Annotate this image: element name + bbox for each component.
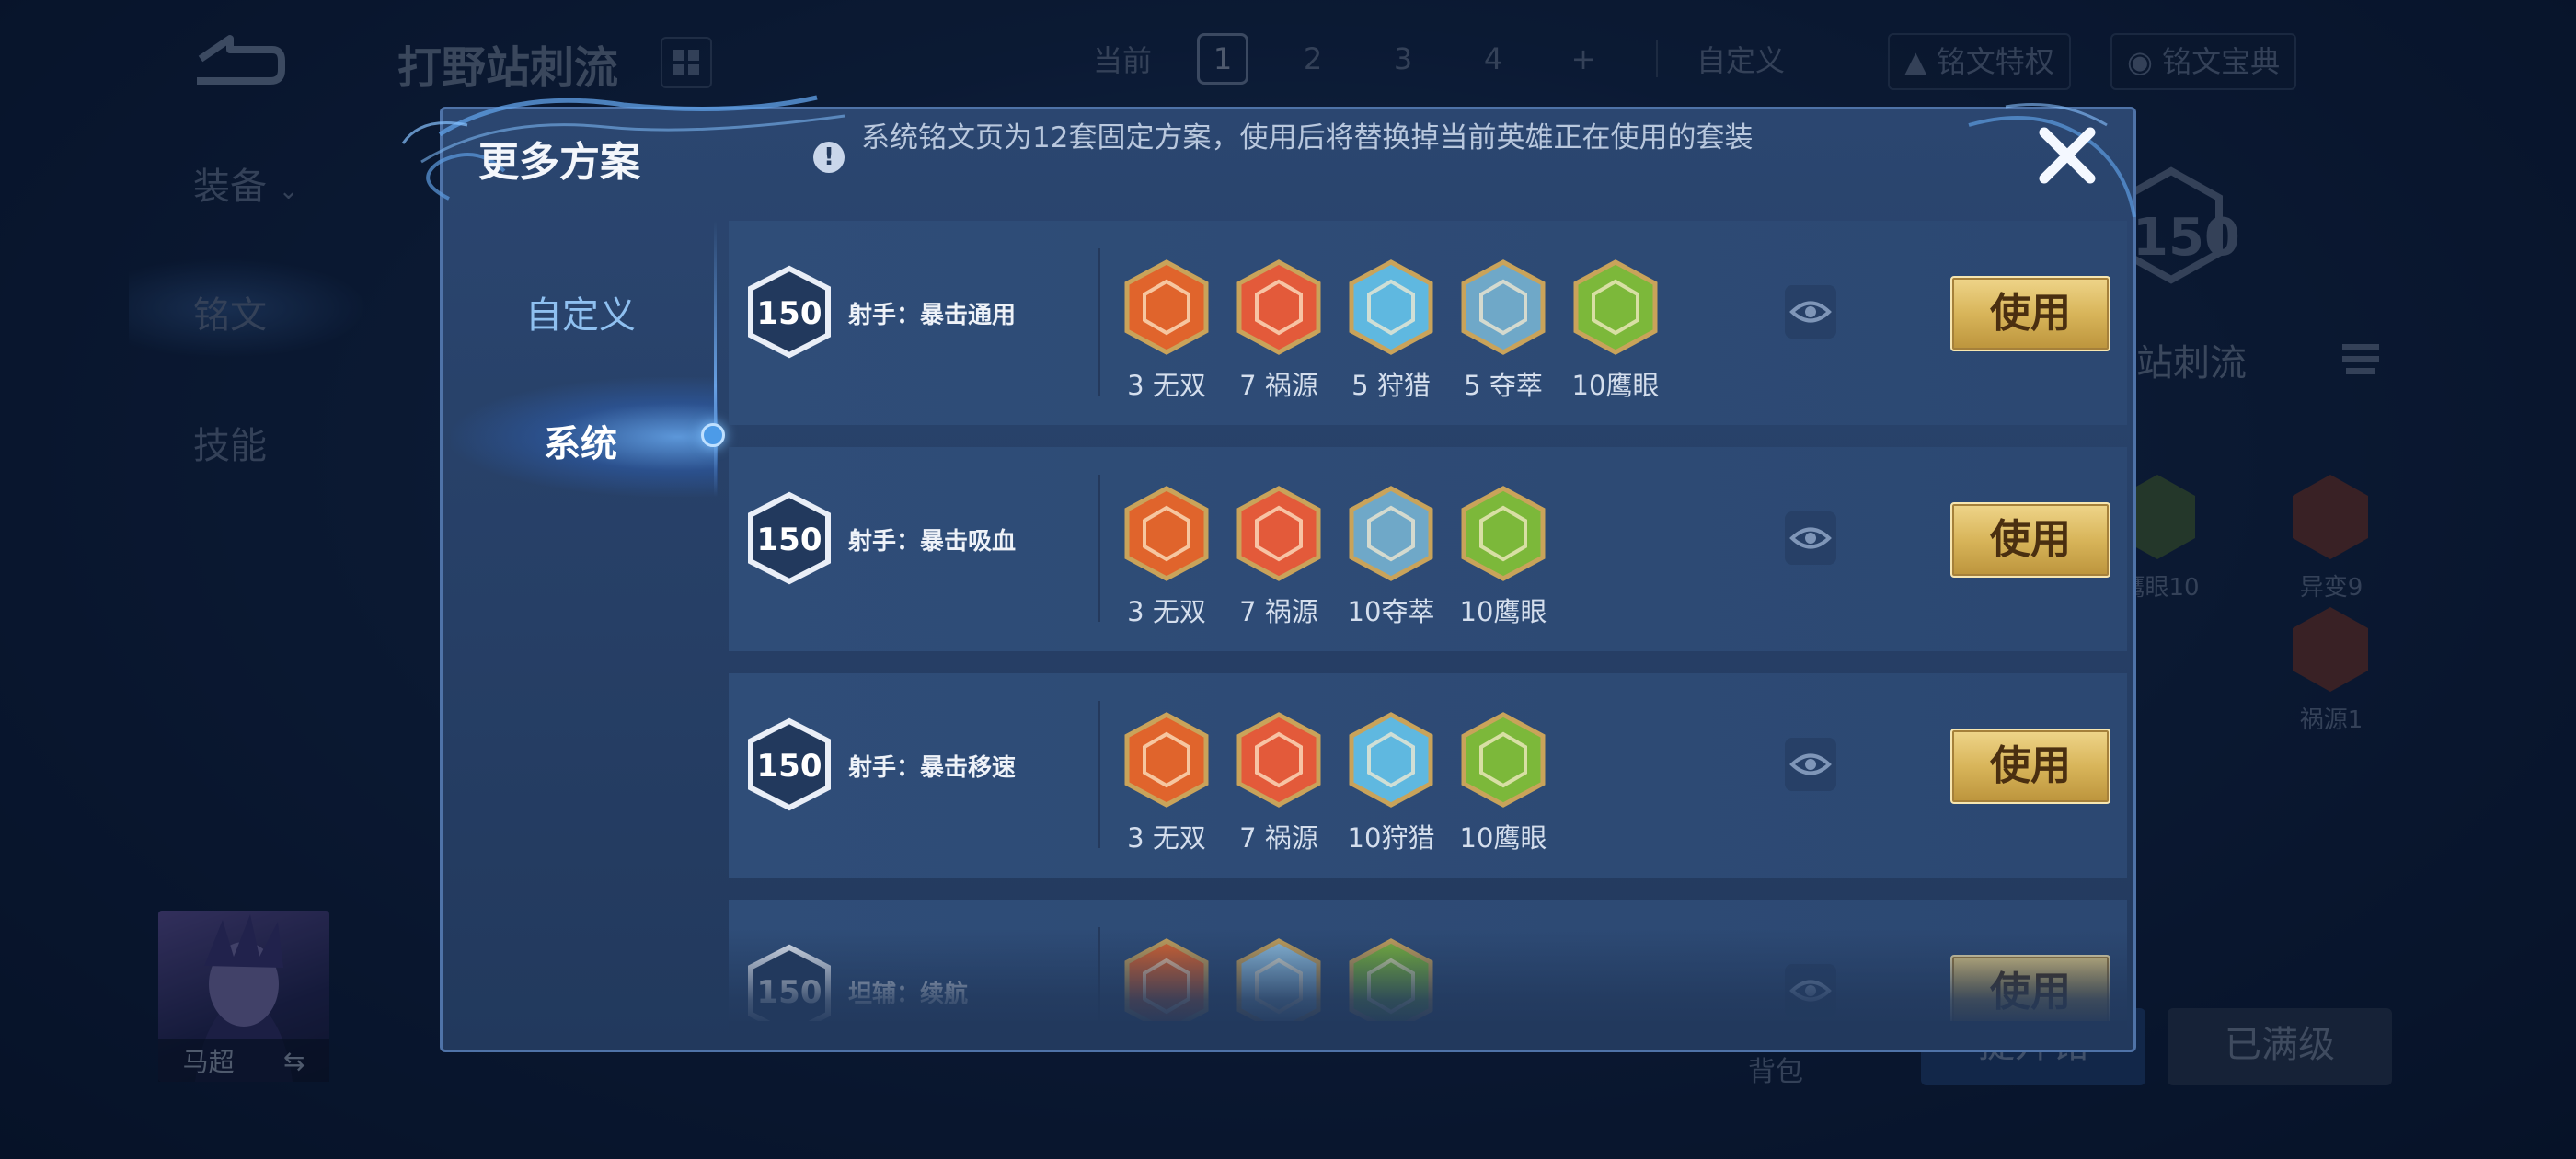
wushuang-rune-icon[interactable]	[1122, 484, 1211, 583]
preset-name: 站刺流	[2136, 342, 2247, 384]
duocui-rune-icon[interactable]	[1347, 484, 1435, 583]
row-divider	[1098, 701, 1100, 848]
rune-label: 3 无双	[1127, 822, 1206, 854]
eye-icon	[1789, 753, 1832, 775]
plan-row: 150 射手：暴击移速 3 无双 7 祸源 10狩猎 10鹰眼 使用	[729, 673, 2127, 878]
plan-row: 150 坦辅：续航 使用	[729, 900, 2127, 1021]
chevron-down-icon: ⌄	[278, 178, 299, 205]
hero-name-bar: 马超 ⇆	[158, 1039, 329, 1082]
rune-label: 10狩猎	[1347, 822, 1435, 854]
use-plan-button[interactable]: 使用	[1950, 955, 2110, 1021]
wushuang-rune-icon[interactable]	[1122, 710, 1211, 809]
yingyan-rune-icon[interactable]	[1459, 710, 1547, 809]
hero-name: 马超	[182, 1047, 235, 1077]
preview-eye-button[interactable]	[1785, 285, 1836, 339]
row-divider	[1098, 248, 1100, 396]
level-hex-icon: 150	[748, 944, 831, 1021]
grid-icon	[673, 50, 684, 61]
rune-label: 10鹰眼	[1571, 370, 1660, 401]
tab-page-4[interactable]: 4	[1448, 41, 1538, 76]
privilege-button[interactable]: ▲ 铭文特权	[1888, 33, 2071, 90]
bag-label[interactable]: 背包	[1748, 1049, 1803, 1089]
rune-label: 10鹰眼	[1459, 822, 1547, 854]
eye-icon	[1789, 301, 1832, 323]
tab-current-label: 当前	[1092, 43, 1152, 78]
plan-level: 150	[757, 522, 822, 558]
bg-rune-yibian-icon	[2293, 475, 2368, 559]
use-plan-button[interactable]: 使用	[1950, 276, 2110, 351]
plan-row: 150 射手：暴击通用 3 无双 7 祸源 5 狩猎 5 夺萃 10鹰眼 使用	[729, 221, 2127, 425]
side-nav-equipment[interactable]: 装备 ⌄	[193, 156, 299, 210]
swap-hero-icon[interactable]: ⇆	[283, 1046, 305, 1076]
bg-rune-huoyuan-icon	[2293, 607, 2368, 692]
huoyuan-rune-icon[interactable]	[1235, 484, 1323, 583]
bg-rune-label: 异变9	[2299, 574, 2363, 602]
eye-icon	[1789, 980, 1832, 1002]
plan-name: 射手：暴击通用	[848, 302, 1017, 329]
yingyan-rune-icon[interactable]	[1571, 258, 1660, 357]
privilege-icon: ▲	[1904, 44, 1937, 79]
row-divider	[1098, 927, 1100, 1021]
rune-label: 7 祸源	[1239, 370, 1318, 401]
close-icon[interactable]	[2035, 123, 2099, 188]
back-arrow-icon[interactable]	[184, 33, 285, 85]
codex-button[interactable]: ◉ 铭文宝典	[2110, 33, 2297, 90]
side-nav-runes[interactable]: 铭文	[193, 285, 267, 339]
plan-level: 150	[757, 974, 822, 1011]
huoyuan-rune-icon[interactable]	[1235, 710, 1323, 809]
leaf-rune-icon[interactable]	[1347, 936, 1435, 1021]
plan-level: 150	[757, 295, 822, 332]
preview-eye-button[interactable]	[1785, 964, 1836, 1017]
plan-name: 射手：暴击移速	[848, 754, 1017, 782]
drop-rune-icon[interactable]	[1235, 936, 1323, 1021]
plan-name: 射手：暴击吸血	[848, 528, 1017, 556]
rune-label: 3 无双	[1127, 596, 1206, 627]
eye-icon	[1789, 527, 1832, 549]
level-hex-icon: 150	[748, 265, 831, 359]
tab-page-1[interactable]: 1	[1197, 33, 1248, 85]
rune-label: 7 祸源	[1239, 596, 1318, 627]
tab-add[interactable]: +	[1538, 41, 1628, 76]
wushuang-rune-icon[interactable]	[1122, 258, 1211, 357]
yingyan-rune-icon[interactable]	[1459, 484, 1547, 583]
flame-rune-icon[interactable]	[1122, 936, 1211, 1021]
plan-level: 150	[757, 748, 822, 785]
plan-row: 150 射手：暴击吸血 3 无双 7 祸源 10夺萃 10鹰眼 使用	[729, 447, 2127, 651]
level-hex-icon: 150	[748, 491, 831, 585]
bg-rune-label: 祸源1	[2299, 706, 2363, 734]
shoulie-rune-icon[interactable]	[1347, 258, 1435, 357]
tab-page-3[interactable]: 3	[1358, 41, 1448, 76]
codex-icon: ◉	[2127, 44, 2163, 79]
rune-label: 3 无双	[1127, 370, 1206, 401]
rune-label: 5 狩猎	[1351, 370, 1431, 401]
preview-eye-button[interactable]	[1785, 511, 1836, 565]
tab-custom[interactable]: 自定义	[1685, 38, 1796, 80]
tab-custom-plans[interactable]: 自定义	[443, 285, 719, 339]
preview-eye-button[interactable]	[1785, 738, 1836, 791]
tab-page-2[interactable]: 2	[1268, 41, 1358, 76]
tabs-divider	[1656, 40, 1658, 77]
use-plan-button[interactable]: 使用	[1950, 729, 2110, 804]
side-nav-skills[interactable]: 技能	[193, 416, 267, 469]
rune-label: 5 夺萃	[1464, 370, 1543, 401]
huoyuan-rune-icon[interactable]	[1235, 258, 1323, 357]
rune-label: 10鹰眼	[1459, 596, 1547, 627]
page-tabs: 当前 1 2 3 4 + 自定义	[1067, 33, 1796, 85]
row-divider	[1098, 475, 1100, 622]
plan-name: 坦辅：续航	[848, 981, 969, 1008]
modal-title: 更多方案	[478, 139, 640, 186]
rune-label: 10夺萃	[1347, 596, 1435, 627]
rune-label: 7 祸源	[1239, 822, 1318, 854]
info-icon: !	[813, 142, 845, 173]
duocui-rune-icon[interactable]	[1459, 258, 1547, 357]
use-plan-button[interactable]: 使用	[1950, 502, 2110, 578]
level-hex-icon: 150	[748, 717, 831, 811]
maxed-button: 已满级	[2168, 1008, 2392, 1085]
plan-list[interactable]: 150 射手：暴击通用 3 无双 7 祸源 5 狩猎 5 夺萃 10鹰眼 使用 150 射手：暴击…	[729, 221, 2127, 1021]
shoulie-rune-icon[interactable]	[1347, 710, 1435, 809]
menu-icon[interactable]	[2337, 339, 2385, 381]
tab-system-plans[interactable]: 系统	[443, 414, 719, 467]
notice-text: 系统铭文页为12套固定方案，使用后将替换掉当前英雄正在使用的套装	[861, 121, 1754, 155]
